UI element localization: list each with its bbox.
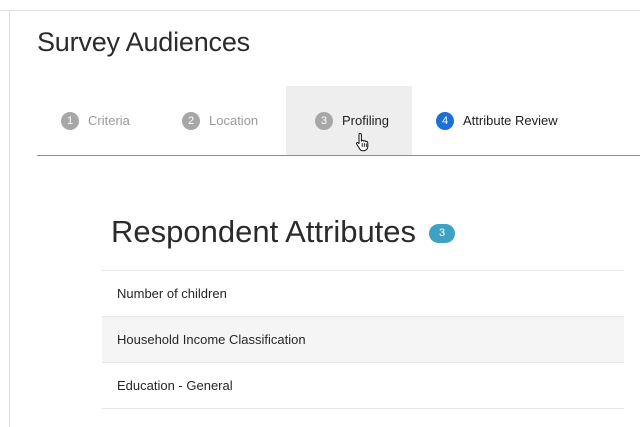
section-title-text: Respondent Attributes <box>111 214 417 249</box>
step-attribute-review[interactable]: 4 Attribute Review <box>436 86 558 155</box>
app-frame: Survey Audiences 1 Criteria 2 Location 3… <box>0 0 640 427</box>
page-title: Survey Audiences <box>37 27 250 57</box>
left-divider <box>9 10 10 427</box>
attribute-list: Number of children Household Income Clas… <box>102 270 624 409</box>
attribute-row: Household Income Classification <box>102 317 624 363</box>
attribute-row: Number of children <box>102 271 624 317</box>
step-location[interactable]: 2 Location <box>182 86 258 155</box>
section-title: Respondent Attributes 3 <box>111 214 456 250</box>
step-profiling[interactable]: 3 Profiling <box>286 86 412 155</box>
step-label: Attribute Review <box>463 113 558 128</box>
attribute-count-badge: 3 <box>429 223 456 243</box>
wizard-steps: 1 Criteria 2 Location 3 Profiling 4 Attr… <box>37 86 640 156</box>
step-label: Location <box>209 113 259 128</box>
hand-pointer-icon <box>355 133 369 152</box>
top-divider <box>0 10 640 11</box>
step-label: Profiling <box>342 113 389 128</box>
attribute-row: Education - General <box>102 363 624 409</box>
step-number-badge: 4 <box>436 111 454 130</box>
step-number-badge: 2 <box>182 111 200 130</box>
step-label: Criteria <box>88 113 130 128</box>
step-criteria[interactable]: 1 Criteria <box>61 86 130 155</box>
step-number-badge: 1 <box>61 111 79 130</box>
step-number-badge: 3 <box>315 111 333 130</box>
